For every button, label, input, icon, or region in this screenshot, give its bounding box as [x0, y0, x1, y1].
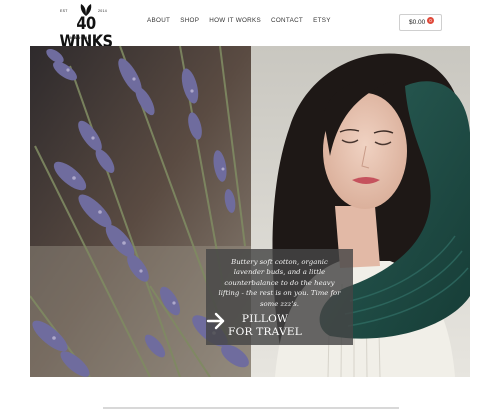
nav-contact[interactable]: CONTACT	[271, 17, 303, 24]
arrow-right-icon	[206, 312, 225, 330]
brand-logo[interactable]: EST 2014 40 WINKS MADE IN CA	[52, 4, 118, 51]
product-description: Buttery soft cotton, organic lavender bu…	[218, 258, 341, 308]
cart-count-badge: 0	[427, 17, 434, 24]
logo-est-text: EST	[60, 9, 68, 13]
pillow-for-travel-link[interactable]: PILLOW FOR TRAVEL	[206, 311, 353, 341]
logo-year-text: 2014	[98, 9, 107, 13]
logo-tagline: MADE IN CA	[70, 35, 100, 40]
cart-button[interactable]: $0.00 0	[399, 14, 442, 31]
main-nav: ABOUT SHOP HOW IT WORKS CONTACT ETSY	[147, 17, 341, 24]
nav-about[interactable]: ABOUT	[147, 17, 170, 24]
cart-total: $0.00	[409, 19, 426, 26]
hero-banner: Buttery soft cotton, organic lavender bu…	[30, 46, 470, 377]
nav-etsy[interactable]: ETSY	[313, 17, 331, 24]
nav-shop[interactable]: SHOP	[180, 17, 199, 24]
nav-how-it-works[interactable]: HOW IT WORKS	[209, 17, 261, 24]
site-header: EST 2014 40 WINKS MADE IN CA ABOUT SHOP …	[0, 0, 500, 51]
cta-label: PILLOW FOR TRAVEL	[228, 313, 302, 338]
product-overlay-card: Buttery soft cotton, organic lavender bu…	[206, 249, 353, 345]
